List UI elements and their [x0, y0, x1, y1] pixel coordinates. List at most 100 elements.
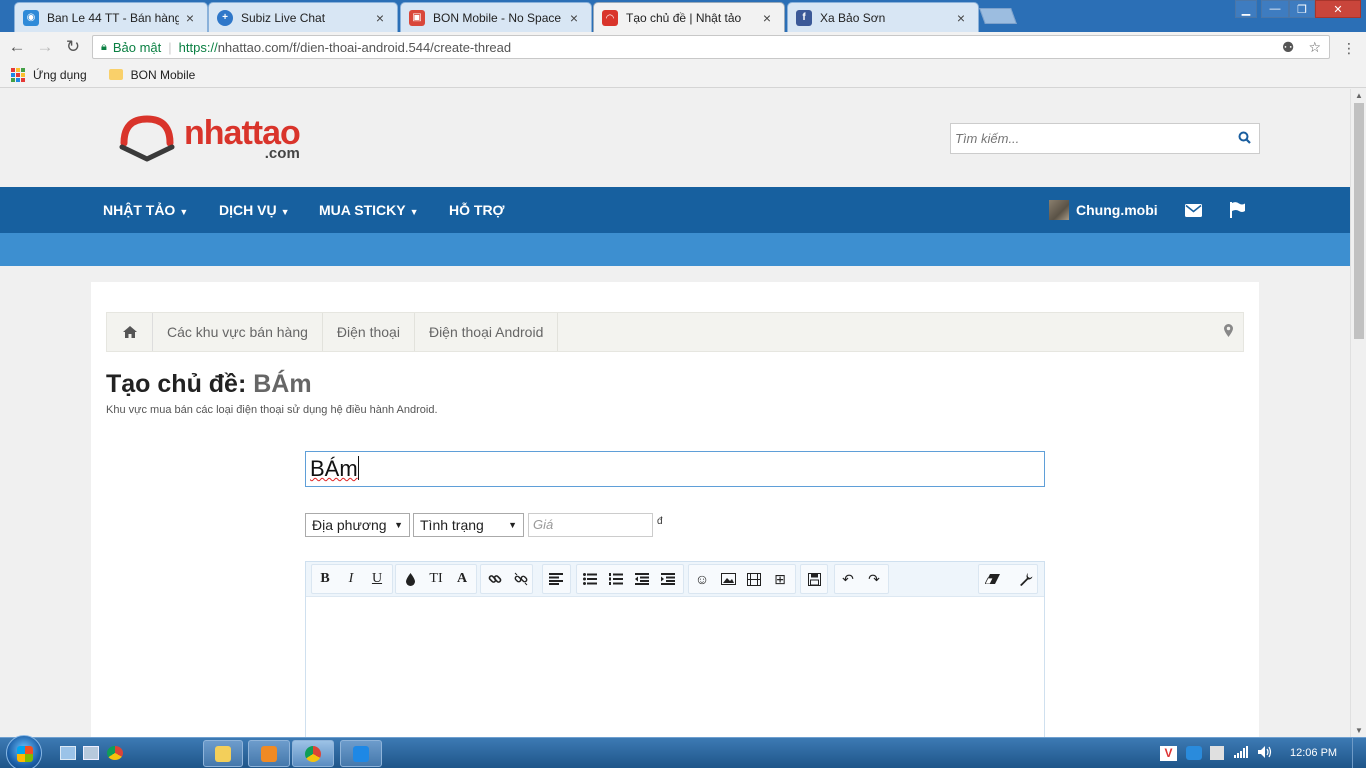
- omnibox-separator: |: [168, 39, 172, 55]
- nav-nhat-tao[interactable]: NHẬT TẢO ▼: [103, 187, 188, 233]
- page-scrollbar[interactable]: ▲ ▼: [1350, 89, 1366, 737]
- forward-arrow-icon[interactable]: →: [34, 37, 56, 57]
- media-player-icon: [261, 746, 277, 762]
- switch-windows-icon[interactable]: [83, 746, 99, 760]
- dropdown-arrow-icon: ▼: [508, 520, 517, 530]
- close-icon[interactable]: ×: [760, 10, 774, 26]
- flag-icon[interactable]: [1229, 187, 1246, 233]
- tab-title: Tạo chủ đề | Nhật tảo: [626, 11, 742, 25]
- nav-ho-tro[interactable]: HỖ TRỢ: [449, 187, 505, 233]
- nav-dich-vu[interactable]: DỊCH VỤ ▼: [219, 187, 289, 233]
- location-select[interactable]: Địa phương ▼: [305, 513, 410, 537]
- insert-media-icon[interactable]: ⊞: [768, 567, 792, 591]
- eraser-icon[interactable]: [980, 567, 1004, 591]
- new-tab-button[interactable]: [979, 8, 1017, 24]
- map-pin-icon[interactable]: [1224, 324, 1233, 340]
- close-icon[interactable]: ×: [567, 10, 581, 26]
- currency-symbol: đ: [657, 516, 663, 527]
- address-bar[interactable]: 🔒︎ Bảo mật | https:// nhattao.com/f/dien…: [92, 35, 1330, 59]
- site-search: [950, 123, 1260, 154]
- bookmark-apps[interactable]: Ứng dụng: [33, 68, 87, 82]
- image-icon[interactable]: [716, 567, 740, 591]
- taskbar-chrome[interactable]: [292, 740, 334, 767]
- minimize-icon[interactable]: —: [1261, 0, 1289, 18]
- breadcrumb-item[interactable]: Các khu vực bán hàng: [153, 313, 323, 351]
- main-nav: NHẬT TẢO ▼ DỊCH VỤ ▼ MUA STICKY ▼ HỖ TRỢ Ch…: [0, 187, 1350, 233]
- site-logo[interactable]: nhattao .com: [118, 113, 301, 163]
- thread-title-input[interactable]: BÁm: [305, 451, 1045, 487]
- unlink-icon[interactable]: [509, 567, 533, 591]
- taskbar-explorer[interactable]: [203, 740, 243, 767]
- taskbar-zalo[interactable]: [340, 740, 382, 767]
- chrome-quick-icon[interactable]: [107, 746, 123, 760]
- font-size-icon[interactable]: TI: [424, 567, 448, 591]
- tab-facebook[interactable]: f Xa Bảo Sơn ×: [787, 2, 979, 32]
- lock-icon: 🔒︎: [101, 40, 107, 53]
- search-input[interactable]: [951, 124, 1229, 153]
- wrench-icon[interactable]: [1014, 567, 1038, 591]
- zalo-tray-icon[interactable]: [1186, 746, 1202, 760]
- taskbar-media-player[interactable]: [248, 740, 290, 767]
- save-draft-icon[interactable]: [802, 567, 826, 591]
- undo-icon[interactable]: ↶: [836, 567, 860, 591]
- tab-nhattao[interactable]: ◠ Tạo chủ đề | Nhật tảo ×: [593, 2, 785, 33]
- link-icon[interactable]: [483, 567, 507, 591]
- bold-icon[interactable]: B: [313, 567, 337, 591]
- search-icon[interactable]: [1229, 131, 1259, 147]
- breadcrumb-item[interactable]: Điện thoại: [323, 313, 415, 351]
- bullet-list-icon[interactable]: [578, 567, 602, 591]
- tab-ban-le[interactable]: ◉ Ban Le 44 TT - Bán hàng ×: [14, 2, 208, 32]
- scrollbar-thumb[interactable]: [1354, 103, 1364, 339]
- account-icon[interactable]: ▁: [1235, 0, 1257, 18]
- home-icon[interactable]: [107, 313, 153, 351]
- scroll-up-icon[interactable]: ▲: [1351, 91, 1366, 100]
- align-icon[interactable]: [544, 567, 568, 591]
- redo-icon[interactable]: ↷: [862, 567, 886, 591]
- close-icon[interactable]: ×: [183, 10, 197, 26]
- indent-icon[interactable]: [656, 567, 680, 591]
- show-desktop-button[interactable]: [1352, 738, 1366, 768]
- envelope-icon[interactable]: [1185, 187, 1202, 233]
- condition-select[interactable]: Tình trạng ▼: [413, 513, 524, 537]
- url-scheme: https://: [178, 39, 218, 55]
- maximize-icon[interactable]: ❐: [1289, 0, 1315, 18]
- show-desktop-icon[interactable]: [60, 746, 76, 760]
- numbered-list-icon[interactable]: [604, 567, 628, 591]
- nav-mua-sticky[interactable]: MUA STICKY ▼: [319, 187, 419, 233]
- volume-icon[interactable]: [1258, 746, 1272, 761]
- outdent-icon[interactable]: [630, 567, 654, 591]
- smiley-icon[interactable]: ☺: [690, 567, 714, 591]
- folder-icon: [215, 746, 231, 762]
- close-icon[interactable]: ×: [954, 10, 968, 26]
- tab-subiz[interactable]: + Subiz Live Chat ×: [208, 2, 398, 32]
- text-color-drop-icon[interactable]: [398, 567, 422, 591]
- tab-title: Xa Bảo Sơn: [820, 10, 886, 25]
- user-menu[interactable]: Chung.mobi: [1049, 200, 1158, 220]
- reload-icon[interactable]: ↻: [62, 37, 84, 57]
- browser-toolbar: ← → ↻ 🔒︎ Bảo mật | https:// nhattao.com/…: [0, 32, 1366, 62]
- italic-icon[interactable]: I: [339, 567, 363, 591]
- vivaldi-tray-icon[interactable]: V: [1160, 746, 1177, 761]
- back-arrow-icon[interactable]: ←: [6, 37, 28, 57]
- start-button[interactable]: [6, 735, 42, 768]
- apps-grid-icon[interactable]: [11, 67, 25, 82]
- puzzle-blocked-icon[interactable]: ⚉: [1282, 39, 1295, 56]
- font-family-icon[interactable]: A: [450, 567, 474, 591]
- browser-menu-icon[interactable]: ⋮: [1342, 40, 1356, 57]
- scroll-down-icon[interactable]: ▼: [1351, 726, 1366, 735]
- tab-title: Subiz Live Chat: [241, 10, 326, 25]
- nav-label: NHẬT TẢO: [103, 202, 176, 218]
- network-signal-icon[interactable]: [1234, 746, 1248, 761]
- bookmark-star-icon[interactable]: ☆: [1308, 39, 1321, 56]
- action-center-icon[interactable]: [1210, 746, 1224, 760]
- bookmark-bon-mobile[interactable]: BON Mobile: [131, 68, 196, 82]
- film-icon[interactable]: [742, 567, 766, 591]
- underline-icon[interactable]: U: [365, 567, 389, 591]
- breadcrumb-item[interactable]: Điện thoại Android: [415, 313, 559, 351]
- close-window-icon[interactable]: ✕: [1315, 0, 1361, 18]
- taskbar-clock[interactable]: 12:06 PM: [1290, 747, 1337, 759]
- price-input[interactable]: Giá: [528, 513, 653, 537]
- tab-bon-mobile[interactable]: ▣ BON Mobile - No Space ×: [400, 2, 592, 32]
- avatar: [1049, 200, 1069, 220]
- close-icon[interactable]: ×: [373, 10, 387, 26]
